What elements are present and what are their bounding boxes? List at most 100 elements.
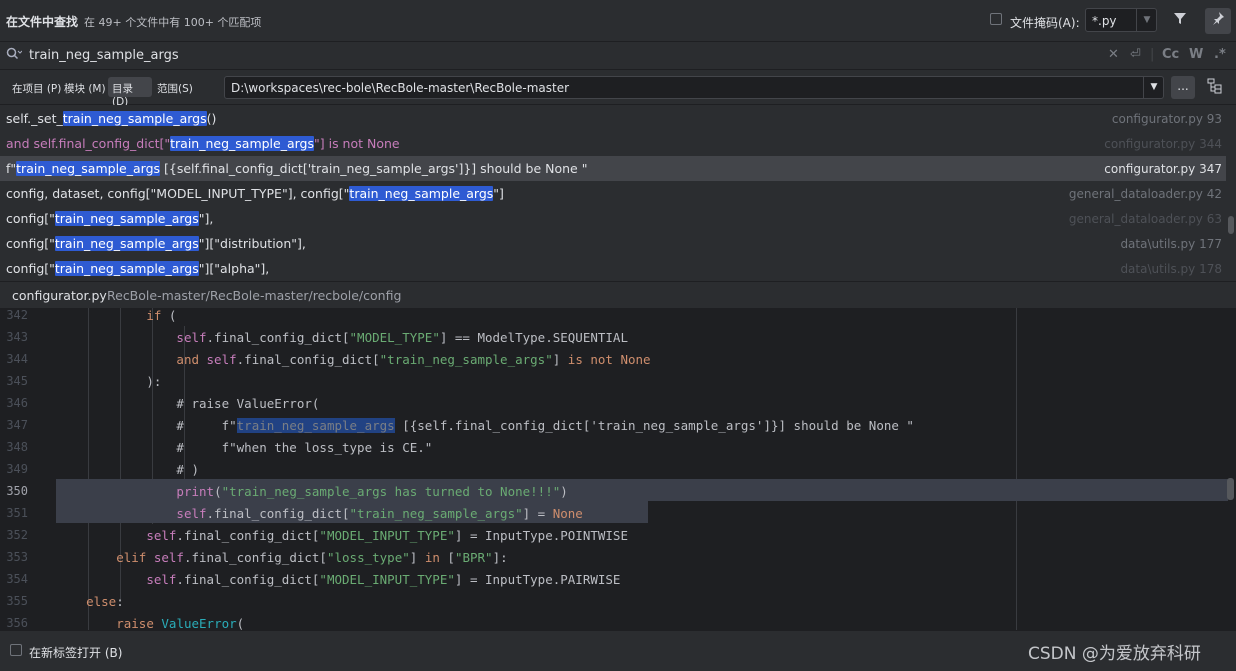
search-input[interactable]: train_neg_sample_args	[29, 48, 179, 63]
clear-icon[interactable]: ✕	[1108, 47, 1119, 62]
open-in-new-tab-checkbox[interactable]	[10, 644, 22, 656]
footer: 在新标签打开 (B) CSDN @为爱放弃科研	[0, 630, 1236, 671]
file-mask-label: 文件掩码(A):	[1010, 16, 1080, 30]
line-number: 342	[6, 308, 28, 322]
result-text: config, dataset, config["MODEL_INPUT_TYP…	[6, 186, 504, 201]
result-location: configurator.py 93	[1111, 112, 1222, 126]
results-scrollbar-thumb[interactable]	[1228, 216, 1234, 234]
line-number: 346	[6, 396, 28, 410]
find-in-files-header: 在文件中查找 在 49+ 个文件中有 100+ 个匹配项 文件掩码(A): *.…	[0, 0, 1236, 42]
code-text: self.final_config_dict["MODEL_INPUT_TYPE…	[146, 572, 621, 587]
newline-icon[interactable]: ⏎	[1130, 47, 1141, 62]
code-line-current[interactable]: 350 print("train_neg_sample_args has tur…	[0, 480, 1236, 502]
filter-icon[interactable]	[1168, 9, 1192, 33]
code-line[interactable]: 351 self.final_config_dict["train_neg_sa…	[0, 502, 1236, 524]
pin-icon[interactable]	[1205, 8, 1231, 34]
code-text: and self.final_config_dict["train_neg_sa…	[176, 352, 651, 367]
code-line[interactable]: 352 self.final_config_dict["MODEL_INPUT_…	[0, 524, 1236, 546]
preview-file-path: RecBole-master/RecBole-master/recbole/co…	[107, 288, 402, 303]
result-text: self._set_train_neg_sample_args()	[6, 111, 217, 126]
result-location: data\utils.py 177	[1120, 237, 1222, 251]
line-number: 354	[6, 572, 28, 586]
preview-file-bar: configurator.py RecBole-master/RecBole-m…	[0, 281, 1236, 309]
line-number: 355	[6, 594, 28, 608]
result-row[interactable]: and self.final_config_dict["train_neg_sa…	[0, 131, 1226, 156]
regex-button[interactable]: .*	[1214, 47, 1226, 62]
tab-module[interactable]: 模块 (M)	[64, 81, 106, 96]
match-count-summary: 在 49+ 个文件中有 100+ 个匹配项	[84, 16, 262, 29]
line-number: 356	[6, 616, 28, 630]
match-case-button[interactable]: Cc	[1162, 47, 1179, 62]
result-text: config["train_neg_sample_args"]["alpha"]…	[6, 261, 270, 276]
code-line[interactable]: 355 else:	[0, 590, 1236, 612]
result-location: general_dataloader.py 42	[1068, 187, 1222, 201]
dialog-title: 在文件中查找	[6, 15, 79, 29]
code-text: if (	[146, 308, 177, 323]
code-line[interactable]: 342 if (	[0, 308, 1236, 326]
line-number: 347	[6, 418, 28, 432]
chevron-down-icon[interactable]: ▼	[1143, 77, 1164, 98]
code-line[interactable]: 356 raise ValueError(	[0, 612, 1236, 630]
results-list: self._set_train_neg_sample_args() config…	[0, 105, 1226, 280]
result-row[interactable]: config, dataset, config["MODEL_INPUT_TYP…	[0, 181, 1226, 206]
result-text: and self.final_config_dict["train_neg_sa…	[6, 136, 400, 151]
code-line[interactable]: 343 self.final_config_dict["MODEL_TYPE"]…	[0, 326, 1236, 348]
result-row[interactable]: config["train_neg_sample_args"]["alpha"]…	[0, 256, 1226, 281]
code-text: # f"when the loss_type is CE."	[176, 440, 433, 455]
tab-in-project[interactable]: 在项目 (P)	[12, 81, 61, 96]
file-mask-combobox[interactable]: *.py ▼	[1085, 8, 1157, 32]
file-mask-checkbox[interactable]	[990, 13, 1002, 25]
code-text: else:	[86, 594, 124, 609]
search-icon[interactable]	[6, 47, 23, 65]
code-line[interactable]: 353 elif self.final_config_dict["loss_ty…	[0, 546, 1236, 568]
directory-path[interactable]: D:\workspaces\rec-bole\RecBole-master\Re…	[231, 81, 569, 95]
chevron-down-icon[interactable]: ▼	[1136, 9, 1157, 31]
whole-words-button[interactable]: W	[1189, 47, 1203, 62]
results-scrollbar[interactable]	[1227, 105, 1236, 280]
result-row[interactable]: config["train_neg_sample_args"]["distrib…	[0, 231, 1226, 256]
tab-directory[interactable]: 目录 (D)	[108, 77, 152, 108]
line-number: 345	[6, 374, 28, 388]
tab-scope[interactable]: 范围(S)	[157, 81, 193, 96]
code-line[interactable]: 344 and self.final_config_dict["train_ne…	[0, 348, 1236, 370]
tab-directory-label: 目录 (D)	[112, 83, 133, 108]
result-row-selected[interactable]: f"train_neg_sample_args [{self.final_con…	[0, 156, 1226, 181]
code-text: self.final_config_dict["MODEL_INPUT_TYPE…	[146, 528, 628, 543]
code-line[interactable]: 354 self.final_config_dict["MODEL_INPUT_…	[0, 568, 1236, 590]
code-text: elif self.final_config_dict["loss_type"]…	[116, 550, 508, 565]
code-line[interactable]: 347 # f"train_neg_sample_args [{self.fin…	[0, 414, 1236, 436]
code-text: # )	[176, 462, 199, 477]
result-location: configurator.py 344	[1104, 137, 1222, 151]
watermark: CSDN @为爱放弃科研	[1028, 644, 1201, 664]
browse-button[interactable]: ...	[1171, 76, 1195, 99]
scope-row: 在项目 (P) 模块 (M) 目录 (D) 范围(S) D:\workspace…	[0, 70, 1236, 108]
code-text: # f"train_neg_sample_args [{self.final_c…	[176, 418, 914, 433]
line-number: 353	[6, 550, 28, 564]
code-text: ):	[146, 374, 162, 389]
search-row: train_neg_sample_args ✕ ⏎ | Cc W .*	[0, 42, 1236, 70]
directory-combobox[interactable]: D:\workspaces\rec-bole\RecBole-master\Re…	[224, 76, 1164, 99]
line-number: 351	[6, 506, 28, 520]
recursive-tree-icon[interactable]	[1205, 78, 1225, 98]
line-number: 343	[6, 330, 28, 344]
result-location: general_dataloader.py 63	[1068, 212, 1222, 226]
result-row[interactable]: self._set_train_neg_sample_args() config…	[0, 106, 1226, 131]
result-row[interactable]: config["train_neg_sample_args"], general…	[0, 206, 1226, 231]
code-line[interactable]: 348 # f"when the loss_type is CE."	[0, 436, 1236, 458]
line-number: 352	[6, 528, 28, 542]
code-line[interactable]: 345 ):	[0, 370, 1236, 392]
line-number: 348	[6, 440, 28, 454]
result-text: config["train_neg_sample_args"]["distrib…	[6, 236, 306, 251]
result-text: config["train_neg_sample_args"],	[6, 211, 214, 226]
code-preview-editor[interactable]: 342 if ( 343 self.final_config_dict["MOD…	[0, 308, 1236, 630]
code-line[interactable]: 349 # )	[0, 458, 1236, 480]
code-line[interactable]: 346 # raise ValueError(	[0, 392, 1236, 414]
result-text: f"train_neg_sample_args [{self.final_con…	[6, 161, 588, 176]
code-text: self.final_config_dict["train_neg_sample…	[176, 506, 583, 521]
line-number: 350	[6, 484, 28, 498]
editor-scrollbar-thumb[interactable]	[1227, 478, 1234, 500]
separator: |	[1150, 47, 1155, 62]
file-mask-value[interactable]: *.py	[1092, 14, 1117, 28]
line-number: 349	[6, 462, 28, 476]
open-in-new-tab-label: 在新标签打开 (B)	[29, 646, 123, 660]
